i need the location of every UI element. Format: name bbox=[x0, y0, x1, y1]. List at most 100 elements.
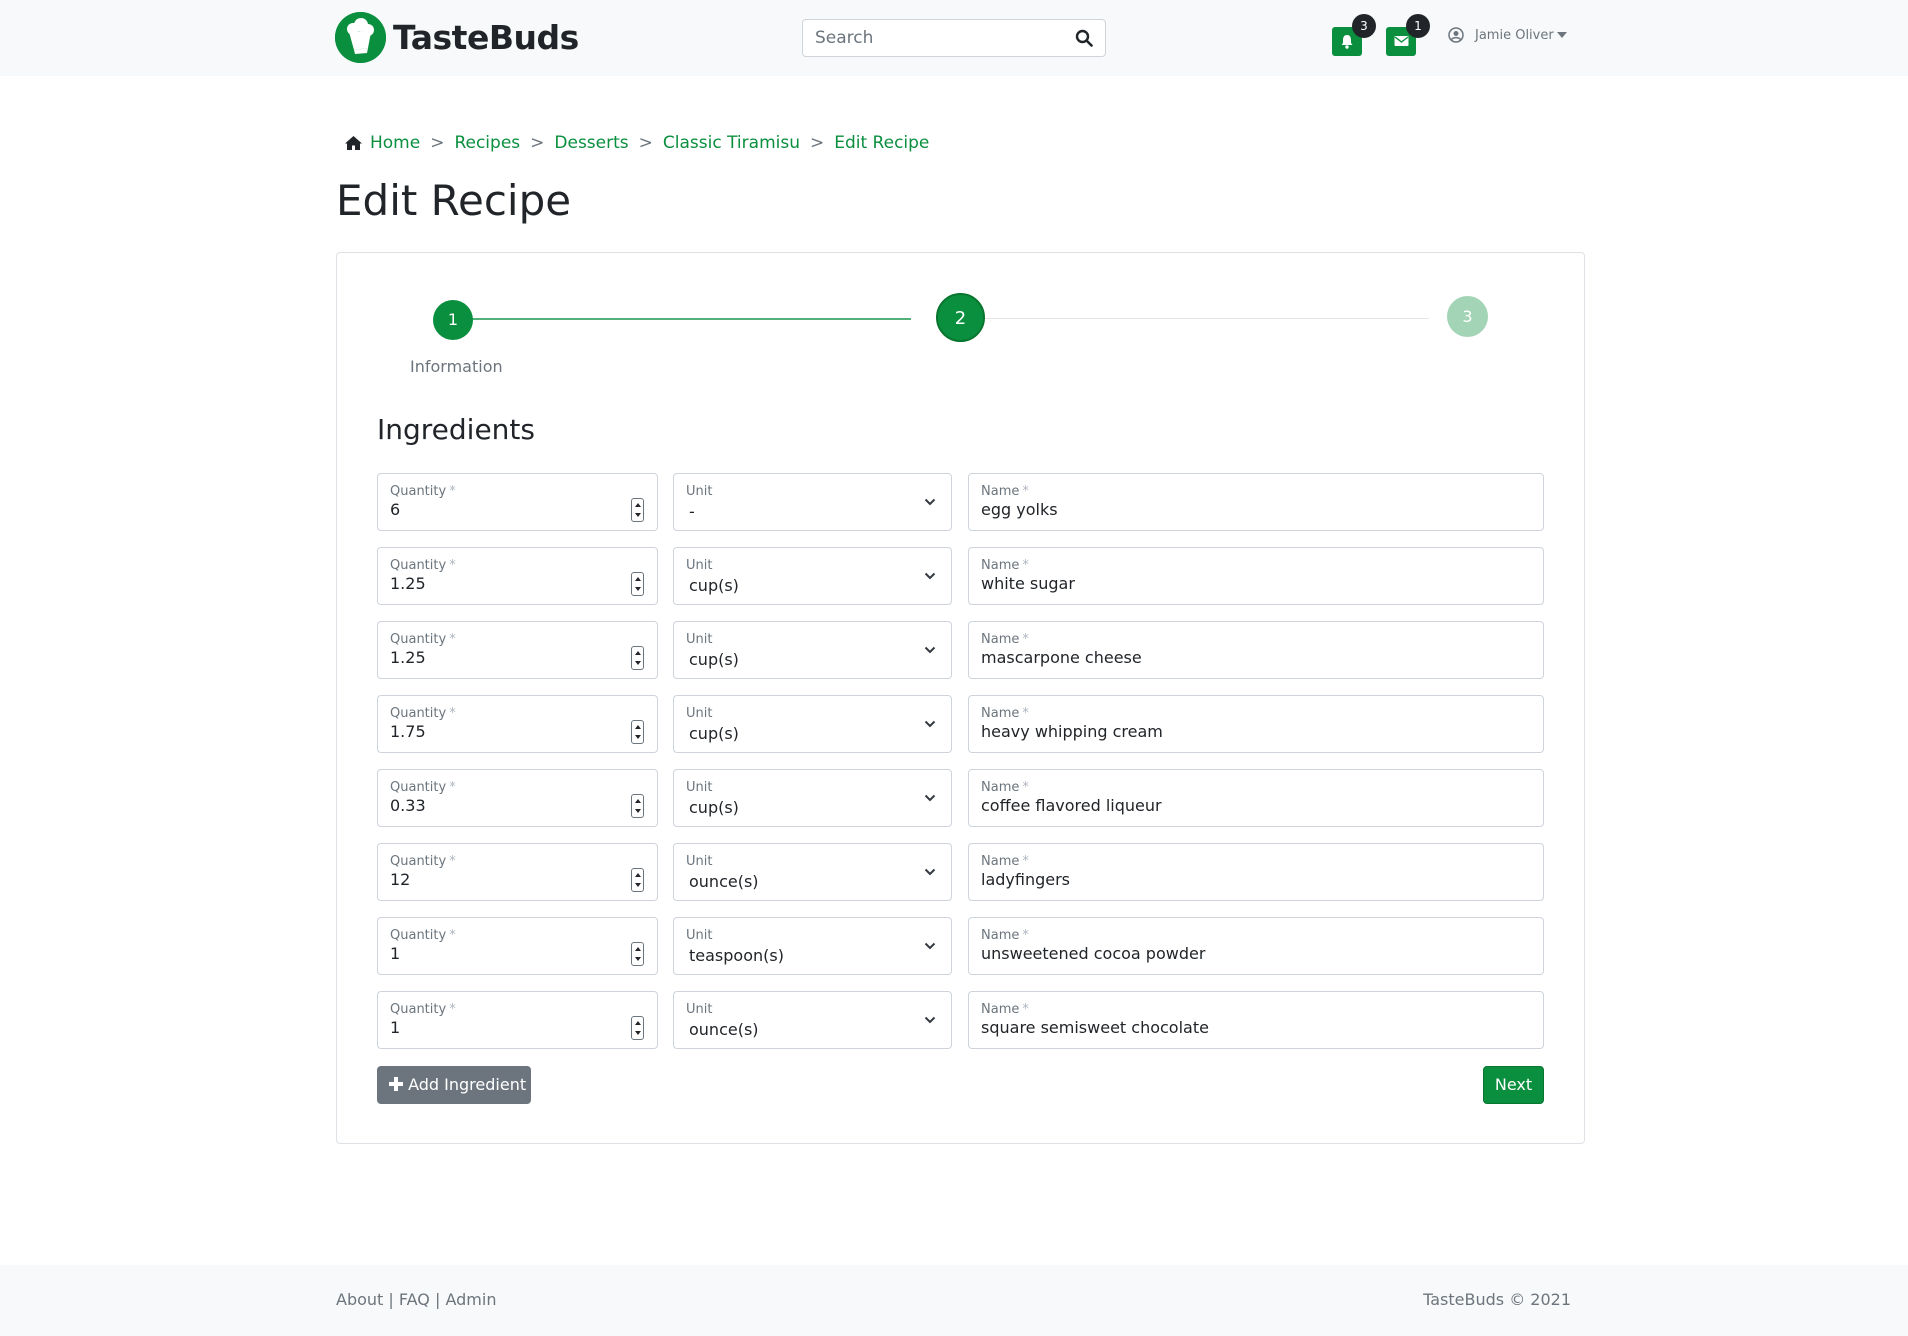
quantity-field[interactable]: Quantity * bbox=[377, 473, 658, 531]
name-field[interactable]: Name * bbox=[968, 547, 1544, 605]
unit-select[interactable]: Unit cup(s) bbox=[673, 547, 952, 605]
step-2[interactable]: 2 bbox=[936, 293, 985, 342]
search-box bbox=[802, 19, 1106, 57]
name-input[interactable] bbox=[981, 574, 1521, 593]
quantity-input[interactable] bbox=[390, 574, 610, 593]
required-marker: * bbox=[449, 1002, 456, 1017]
quantity-field[interactable]: Quantity * bbox=[377, 547, 658, 605]
step-3[interactable]: 3 bbox=[1447, 296, 1488, 337]
quantity-field[interactable]: Quantity * bbox=[377, 621, 658, 679]
name-input[interactable] bbox=[981, 722, 1521, 741]
unit-select[interactable]: Unit ounce(s) bbox=[673, 991, 952, 1049]
quantity-field[interactable]: Quantity * bbox=[377, 991, 658, 1049]
quantity-input[interactable] bbox=[390, 648, 610, 667]
ingredient-row: Quantity*Unitounce(s)Name* bbox=[377, 991, 1544, 1049]
footer-about-link[interactable]: About bbox=[336, 1290, 383, 1309]
name-label: Name * bbox=[981, 484, 1029, 499]
quantity-label-text: Quantity bbox=[390, 780, 447, 795]
quantity-label-text: Quantity bbox=[390, 1002, 447, 1017]
name-label-text: Name bbox=[981, 1002, 1020, 1017]
name-field[interactable]: Name * bbox=[968, 695, 1544, 753]
name-label-text: Name bbox=[981, 780, 1020, 795]
quantity-stepper[interactable] bbox=[631, 794, 644, 818]
next-button[interactable]: Next bbox=[1483, 1066, 1544, 1104]
quantity-input[interactable] bbox=[390, 722, 610, 741]
user-menu[interactable]: Jamie Oliver bbox=[1448, 27, 1567, 43]
ingredients-heading: Ingredients bbox=[377, 413, 535, 446]
add-ingredient-button[interactable]: Add Ingredient bbox=[377, 1066, 531, 1104]
name-label: Name * bbox=[981, 780, 1029, 795]
unit-select[interactable]: Unit cup(s) bbox=[673, 621, 952, 679]
step-1[interactable]: 1 bbox=[433, 300, 473, 340]
brand[interactable]: TasteBuds bbox=[335, 12, 579, 63]
unit-select[interactable]: Unit - bbox=[673, 473, 952, 531]
quantity-field[interactable]: Quantity * bbox=[377, 769, 658, 827]
search-icon[interactable] bbox=[1075, 29, 1093, 47]
quantity-field[interactable]: Quantity * bbox=[377, 843, 658, 901]
name-field[interactable]: Name * bbox=[968, 473, 1544, 531]
unit-value: - bbox=[689, 502, 695, 521]
name-input[interactable] bbox=[981, 870, 1521, 889]
required-marker: * bbox=[449, 558, 456, 573]
breadcrumb-recipes[interactable]: Recipes bbox=[454, 133, 520, 153]
quantity-label: Quantity * bbox=[390, 632, 456, 647]
name-field[interactable]: Name * bbox=[968, 843, 1544, 901]
quantity-field[interactable]: Quantity * bbox=[377, 917, 658, 975]
name-input[interactable] bbox=[981, 796, 1521, 815]
unit-select[interactable]: Unit cup(s) bbox=[673, 769, 952, 827]
name-input[interactable] bbox=[981, 1018, 1521, 1037]
breadcrumb-edit-recipe[interactable]: Edit Recipe bbox=[834, 133, 929, 153]
quantity-label: Quantity * bbox=[390, 780, 456, 795]
footer-admin-link[interactable]: Admin bbox=[445, 1290, 496, 1309]
chef-hat-logo-icon bbox=[335, 12, 386, 63]
quantity-stepper[interactable] bbox=[631, 720, 644, 744]
quantity-input[interactable] bbox=[390, 796, 610, 815]
breadcrumb-desserts[interactable]: Desserts bbox=[554, 133, 628, 153]
unit-value: teaspoon(s) bbox=[689, 946, 784, 965]
unit-label: Unit bbox=[686, 558, 713, 573]
messages-button[interactable]: 1 bbox=[1386, 14, 1430, 56]
unit-select[interactable]: Unit ounce(s) bbox=[673, 843, 952, 901]
quantity-stepper[interactable] bbox=[631, 868, 644, 892]
unit-select[interactable]: Unit cup(s) bbox=[673, 695, 952, 753]
quantity-input[interactable] bbox=[390, 1018, 610, 1037]
name-input[interactable] bbox=[981, 648, 1521, 667]
quantity-input[interactable] bbox=[390, 500, 610, 519]
breadcrumb-home[interactable]: Home bbox=[370, 133, 420, 153]
unit-label: Unit bbox=[686, 1002, 713, 1017]
ingredient-row: Quantity* Unitcup(s) Name* bbox=[377, 695, 1544, 753]
ingredient-row: Quantity* Unitteaspoon(s) Name* bbox=[377, 917, 1544, 975]
footer-separator: | bbox=[434, 1290, 441, 1309]
name-input[interactable] bbox=[981, 500, 1521, 519]
step-1-label: Information bbox=[410, 357, 503, 376]
quantity-stepper[interactable] bbox=[631, 498, 644, 522]
name-field[interactable]: Name * bbox=[968, 621, 1544, 679]
chevron-down-icon bbox=[924, 942, 936, 950]
quantity-stepper[interactable] bbox=[631, 646, 644, 670]
quantity-label-text: Quantity bbox=[390, 632, 447, 647]
quantity-field[interactable]: Quantity * bbox=[377, 695, 658, 753]
notifications-button[interactable]: 3 bbox=[1332, 14, 1376, 56]
name-label: Name * bbox=[981, 632, 1029, 647]
search-input[interactable] bbox=[803, 20, 1063, 56]
name-field[interactable]: Name * bbox=[968, 769, 1544, 827]
name-label: Name * bbox=[981, 928, 1029, 943]
footer: About | FAQ | Admin TasteBuds © 2021 bbox=[0, 1265, 1908, 1336]
user-circle-icon bbox=[1448, 27, 1464, 43]
name-input[interactable] bbox=[981, 944, 1521, 963]
breadcrumb-classic-tiramisu[interactable]: Classic Tiramisu bbox=[663, 133, 800, 153]
quantity-input[interactable] bbox=[390, 944, 610, 963]
page-title: Edit Recipe bbox=[336, 176, 572, 225]
breadcrumb: Home > Recipes > Desserts > Classic Tira… bbox=[344, 133, 929, 153]
quantity-stepper[interactable] bbox=[631, 572, 644, 596]
quantity-stepper[interactable] bbox=[631, 1016, 644, 1040]
footer-faq-link[interactable]: FAQ bbox=[399, 1290, 430, 1309]
name-field[interactable]: Name * bbox=[968, 917, 1544, 975]
quantity-input[interactable] bbox=[390, 870, 610, 889]
name-field[interactable]: Name * bbox=[968, 991, 1544, 1049]
chevron-down-icon bbox=[924, 498, 936, 506]
required-marker: * bbox=[1022, 558, 1029, 573]
quantity-stepper[interactable] bbox=[631, 942, 644, 966]
unit-select[interactable]: Unit teaspoon(s) bbox=[673, 917, 952, 975]
name-label-text: Name bbox=[981, 854, 1020, 869]
